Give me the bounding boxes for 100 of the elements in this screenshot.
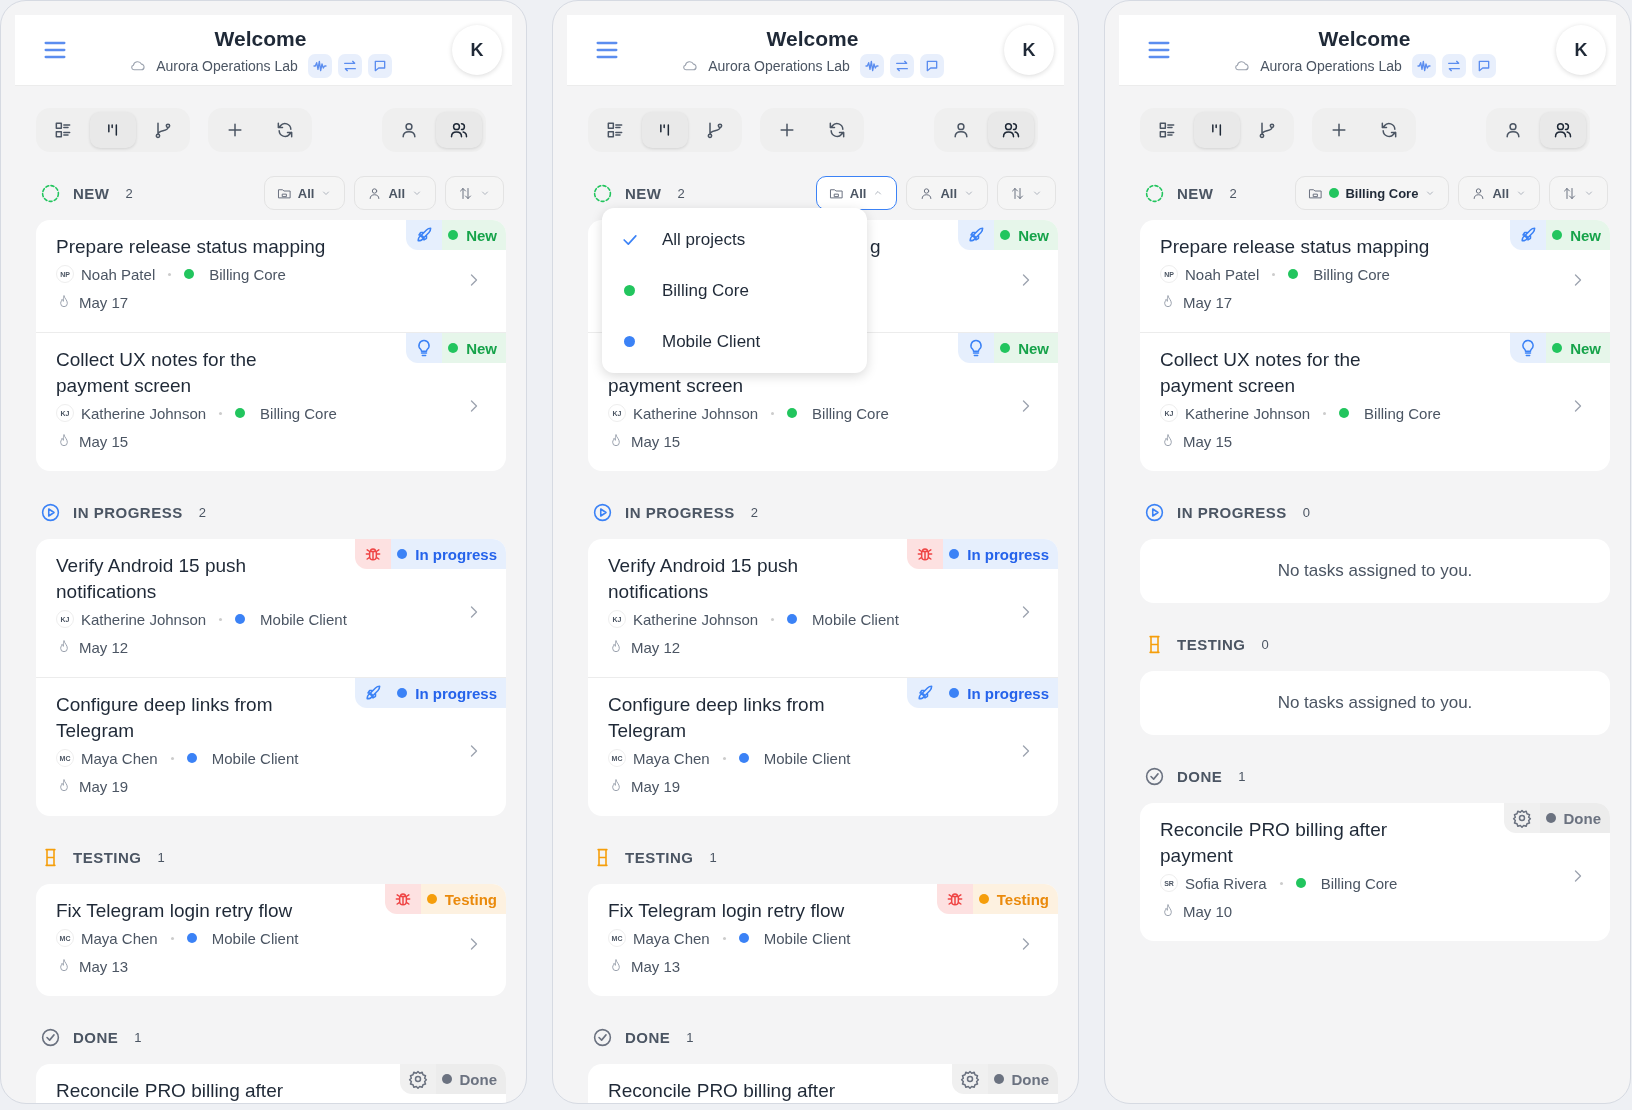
task-title: Collect UX notes for the payment screen [1160, 349, 1361, 396]
task-title: Verify Android 15 push notifications [56, 555, 247, 602]
section-title: NEW [1177, 184, 1214, 202]
filter-value: All [940, 185, 957, 201]
status-label: Done [1011, 1070, 1049, 1088]
page-title: Welcome [766, 26, 859, 51]
status-label: New [1018, 339, 1049, 357]
filter-value: All [849, 185, 867, 201]
project-name: Billing Core [260, 404, 337, 422]
workspace-name: Aurora Operations Lab [156, 57, 298, 74]
assignee-name: Maya Chen [81, 929, 158, 947]
assignee-name: Katherine Johnson [81, 404, 207, 422]
assignee-name: Katherine Johnson [1185, 404, 1311, 422]
assignee-name: Noah Patel [1185, 265, 1260, 283]
due-date: May 19 [631, 777, 681, 795]
due-date: May 15 [79, 432, 129, 450]
status-label: Testing [996, 890, 1049, 908]
task-title: Collect UX notes for the payment screen [56, 349, 257, 396]
project-name: Mobile Client [211, 749, 299, 767]
filter-value: Billing Core [1345, 185, 1419, 201]
section-title: TESTING [1177, 635, 1246, 653]
option-label: Mobile Client [662, 331, 761, 352]
task-count: 2 [676, 184, 686, 203]
task-count: 1 [708, 848, 718, 867]
task-title: Reconcile PRO billing after [608, 1080, 836, 1101]
assignee-name: Katherine Johnson [633, 404, 759, 422]
empty-state: No tasks assigned to you. [1140, 539, 1610, 603]
option-label: All projects [662, 229, 746, 250]
status-label: In progress [415, 684, 497, 702]
status-label: In progress [967, 545, 1049, 563]
status-label: Done [1563, 809, 1601, 827]
task-count: 1 [685, 1028, 695, 1047]
section-title: IN PROGRESS [1177, 503, 1287, 521]
section-title: TESTING [625, 848, 694, 866]
filter-value: All [297, 185, 315, 201]
assignee-name: Maya Chen [633, 749, 710, 767]
status-label: New [466, 339, 497, 357]
project-name: Mobile Client [763, 929, 851, 947]
due-date: May 13 [631, 957, 681, 975]
due-date: May 15 [1183, 432, 1233, 450]
section-title: NEW [625, 184, 662, 202]
task-count: 2 [197, 503, 207, 522]
project-name: Mobile Client [260, 610, 347, 628]
task-title: Prepare release status mapping [1160, 236, 1430, 257]
assignee-name: Noah Patel [81, 265, 156, 283]
workspace-name: Aurora Operations Lab [1260, 57, 1402, 74]
status-label: In progress [415, 545, 497, 563]
task-title: Fix Telegram login retry flow [56, 900, 293, 921]
task-title: Reconcile PRO billing after [56, 1080, 284, 1101]
section-title: NEW [73, 184, 110, 202]
workspace-name: Aurora Operations Lab [708, 57, 850, 74]
status-label: Done [459, 1070, 497, 1088]
project-name: Billing Core [1320, 874, 1398, 892]
due-date: May 12 [631, 638, 681, 656]
task-count: 1 [156, 848, 166, 867]
task-count: 2 [124, 184, 134, 203]
task-title: Prepare release status mapping [56, 236, 326, 257]
page-title: Welcome [1318, 26, 1411, 51]
status-label: New [1570, 339, 1601, 357]
filter-value: All [388, 185, 405, 201]
status-label: New [1570, 226, 1601, 244]
status-label: In progress [967, 684, 1049, 702]
task-title: g [870, 236, 881, 257]
status-label: Testing [444, 890, 497, 908]
assignee-name: Sofia Rivera [1185, 874, 1267, 892]
task-count: 2 [749, 503, 759, 522]
task-title: Configure deep links from Telegram [56, 694, 273, 741]
assignee-name: Katherine Johnson [81, 610, 207, 628]
due-date: May 13 [79, 957, 129, 975]
task-title: Fix Telegram login retry flow [608, 900, 845, 921]
project-name: Billing Core [812, 404, 889, 422]
section-title: IN PROGRESS [73, 503, 183, 521]
project-name: Mobile Client [211, 929, 299, 947]
task-count: 1 [133, 1028, 143, 1047]
due-date: May 12 [79, 638, 129, 656]
due-date: May 10 [1183, 902, 1233, 920]
status-label: New [466, 226, 497, 244]
empty-state: No tasks assigned to you. [1140, 671, 1610, 735]
assignee-name: Maya Chen [633, 929, 710, 947]
assignee-name: Katherine Johnson [633, 610, 759, 628]
section-title: DONE [73, 1028, 119, 1046]
due-date: May 17 [1183, 293, 1233, 311]
project-name: Billing Core [209, 265, 286, 283]
page-title: Welcome [214, 26, 307, 51]
task-title: payment screen [608, 375, 744, 396]
due-date: May 19 [79, 777, 129, 795]
task-title: Configure deep links from Telegram [608, 694, 825, 741]
task-title: Reconcile PRO billing after payment [1160, 819, 1388, 866]
task-count: 1 [1237, 767, 1247, 786]
section-title: IN PROGRESS [625, 503, 735, 521]
status-label: New [1018, 226, 1049, 244]
section-title: DONE [1177, 767, 1223, 785]
option-label: Billing Core [662, 280, 749, 301]
assignee-name: Maya Chen [81, 749, 158, 767]
project-name: Mobile Client [763, 749, 851, 767]
task-count: 0 [1260, 635, 1270, 654]
filter-value: All [1492, 185, 1509, 201]
task-title: Verify Android 15 push notifications [608, 555, 799, 602]
project-name: Billing Core [1313, 265, 1390, 283]
project-name: Mobile Client [812, 610, 899, 628]
